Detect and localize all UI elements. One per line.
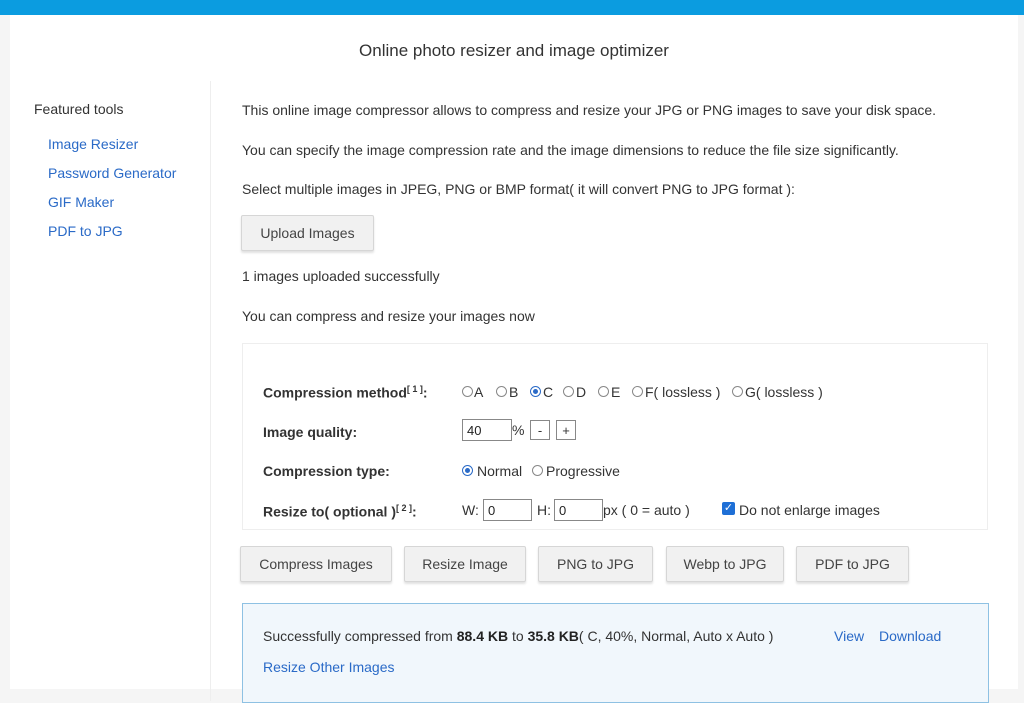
height-label: H: <box>537 502 551 518</box>
resize-other-images-link[interactable]: Resize Other Images <box>263 659 395 675</box>
options-panel: Compression method[ 1 ]: A B C D E F( lo… <box>242 343 988 530</box>
method-d-radio[interactable] <box>563 386 574 397</box>
sidebar-item-gif-maker[interactable]: GIF Maker <box>48 194 114 210</box>
method-e-label: E <box>611 384 621 400</box>
method-g-label: G( lossless ) <box>745 384 823 400</box>
compression-type-label: Compression type: <box>263 463 390 479</box>
view-link[interactable]: View <box>834 628 864 644</box>
width-label: W: <box>462 502 479 518</box>
intro-text-3: Select multiple images in JPEG, PNG or B… <box>242 181 795 197</box>
upload-hint: You can compress and resize your images … <box>242 308 535 324</box>
quality-unit: % <box>512 422 525 438</box>
intro-text-1: This online image compressor allows to c… <box>242 102 937 118</box>
height-input[interactable] <box>554 499 603 521</box>
method-d-label: D <box>576 384 587 400</box>
method-c-radio[interactable] <box>530 386 541 397</box>
compressed-size: 35.8 KB <box>527 628 579 644</box>
resize-image-button[interactable]: Resize Image <box>404 546 526 582</box>
png-to-jpg-button[interactable]: PNG to JPG <box>538 546 653 582</box>
result-details: ( C, 40%, Normal, Auto x Auto ) <box>578 628 774 644</box>
method-a-label: A <box>474 384 484 400</box>
quality-decrease-button[interactable]: - <box>530 420 550 440</box>
sidebar: Featured tools Image Resizer Password Ge… <box>10 81 211 701</box>
page-container: Online photo resizer and image optimizer… <box>10 15 1018 703</box>
type-normal-radio[interactable] <box>462 465 473 476</box>
page-title: Online photo resizer and image optimizer <box>359 41 669 60</box>
compression-method-label: Compression method[ 1 ]: <box>263 384 428 401</box>
compress-images-button[interactable]: Compress Images <box>240 546 392 582</box>
quality-increase-button[interactable]: + <box>556 420 576 440</box>
sidebar-item-password-generator[interactable]: Password Generator <box>48 165 176 181</box>
resize-to-label: Resize to( optional )[ 2 ]: <box>263 503 417 520</box>
method-c-label: C <box>543 384 554 400</box>
method-f-label: F( lossless ) <box>645 384 721 400</box>
method-e-radio[interactable] <box>598 386 609 397</box>
upload-status: 1 images uploaded successfully <box>242 268 440 284</box>
footnote-1: [ 1 ] <box>406 384 423 394</box>
top-accent-bar <box>0 0 1024 15</box>
width-input[interactable] <box>483 499 532 521</box>
result-panel: Successfully compressed from 88.4 KB to … <box>242 603 989 703</box>
type-normal-label: Normal <box>477 463 523 479</box>
type-progressive-label: Progressive <box>546 463 620 479</box>
footnote-2: [ 2 ] <box>396 503 413 513</box>
sidebar-heading: Featured tools <box>34 101 124 117</box>
quality-input[interactable] <box>462 419 512 441</box>
method-f-radio[interactable] <box>632 386 643 397</box>
intro-text-2: You can specify the image compression ra… <box>242 142 899 158</box>
sidebar-item-pdf-to-jpg[interactable]: PDF to JPG <box>48 223 123 239</box>
method-a-radio[interactable] <box>462 386 473 397</box>
original-size: 88.4 KB <box>456 628 509 644</box>
resize-hint: px ( 0 = auto ) <box>603 502 690 518</box>
pdf-to-jpg-button[interactable]: PDF to JPG <box>796 546 909 582</box>
no-enlarge-checkbox[interactable]: ✓ <box>722 502 735 515</box>
webp-to-jpg-button[interactable]: Webp to JPG <box>666 546 784 582</box>
method-g-radio[interactable] <box>732 386 743 397</box>
no-enlarge-label: Do not enlarge images <box>739 502 880 518</box>
download-link[interactable]: Download <box>879 628 941 644</box>
image-quality-label: Image quality: <box>263 424 358 440</box>
type-progressive-radio[interactable] <box>532 465 543 476</box>
sidebar-item-image-resizer[interactable]: Image Resizer <box>48 136 138 152</box>
result-message: Successfully compressed from 88.4 KB to … <box>263 628 774 644</box>
upload-images-button[interactable]: Upload Images <box>241 215 374 251</box>
method-b-label: B <box>509 384 519 400</box>
method-b-radio[interactable] <box>496 386 507 397</box>
